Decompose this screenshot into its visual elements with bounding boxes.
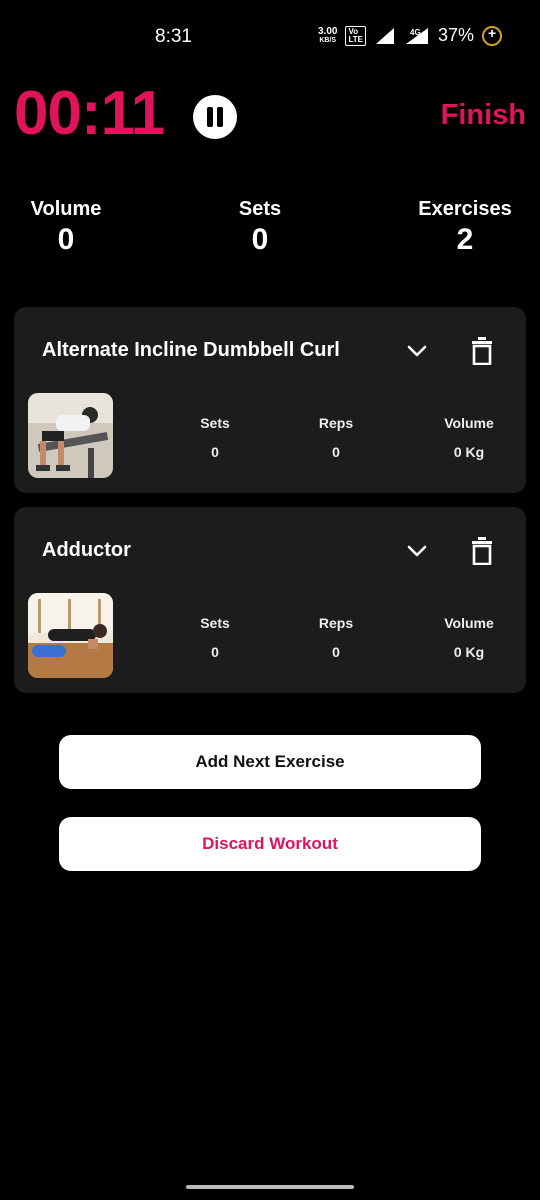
reps-value: 0 [332, 444, 340, 460]
summary-sets-label: Sets [238, 198, 282, 220]
reps-label: Reps [318, 415, 354, 431]
summary-volume-label: Volume [30, 198, 102, 220]
status-bar: 8:31 3.00 KB/S Vo LTE 4G 37% [0, 0, 540, 72]
exercise-card[interactable]: Adductor Sets 0 Reps 0 Volume 0 Kg [14, 507, 526, 693]
signal-4g-icon: 4G [405, 27, 428, 44]
summary-volume-value: 0 [57, 223, 75, 256]
exercise-volume: Volume 0 Kg [444, 415, 494, 460]
exercise-reps: Reps 0 [319, 415, 353, 460]
volume-label: Volume [444, 415, 494, 431]
volume-value: 0 Kg [453, 444, 485, 460]
trash-icon[interactable] [470, 337, 494, 365]
svg-text:4G: 4G [410, 28, 421, 37]
summary-volume: Volume 0 [31, 198, 102, 257]
reps-label: Reps [318, 615, 354, 631]
pause-icon [207, 107, 213, 127]
workout-summary: Volume 0 Sets 0 Exercises 2 [0, 198, 540, 268]
reps-value: 0 [332, 644, 340, 660]
home-indicator[interactable] [186, 1185, 354, 1189]
exercise-sets: Sets 0 [200, 415, 230, 460]
summary-exercises-label: Exercises [418, 198, 512, 220]
exercise-thumbnail [28, 593, 113, 678]
volte-icon: Vo LTE [345, 25, 366, 46]
sets-value: 0 [211, 444, 219, 460]
add-next-exercise-button[interactable]: Add Next Exercise [59, 735, 481, 789]
exercise-thumbnail [28, 393, 113, 478]
network-speed-value: 3.00 [317, 25, 338, 37]
summary-sets-value: 0 [251, 223, 269, 256]
exercise-reps: Reps 0 [319, 615, 353, 660]
summary-exercises-value: 2 [456, 223, 474, 256]
sets-value: 0 [211, 644, 219, 660]
pause-icon-bar [217, 107, 223, 127]
finish-button[interactable]: Finish [441, 99, 526, 132]
network-speed: 3.00 KB/S [317, 25, 338, 45]
chevron-down-icon[interactable] [406, 541, 428, 561]
volume-label: Volume [444, 615, 494, 631]
sets-label: Sets [200, 415, 230, 431]
signal-icon [375, 27, 394, 44]
workout-screen: 8:31 3.00 KB/S VoLTE 4G 37% 00:11 Finish… [0, 0, 540, 1200]
exercise-name: Adductor [42, 539, 131, 561]
status-time: 8:31 [155, 26, 192, 47]
chevron-down-icon[interactable] [406, 341, 428, 361]
exercise-volume: Volume 0 Kg [444, 615, 494, 660]
discard-workout-button[interactable]: Discard Workout [59, 817, 481, 871]
volume-value: 0 Kg [453, 644, 485, 660]
summary-sets: Sets 0 [239, 198, 281, 257]
pause-button[interactable] [193, 95, 237, 139]
network-speed-unit: KB/S [319, 36, 337, 44]
exercise-name: Alternate Incline Dumbbell Curl [42, 339, 340, 361]
battery-percent: 37% [437, 25, 474, 45]
workout-timer: 00:11 [14, 79, 165, 148]
trash-icon[interactable] [470, 537, 494, 565]
exercise-sets: Sets 0 [200, 615, 230, 660]
exercise-card[interactable]: Alternate Incline Dumbbell Curl Sets 0 R… [14, 307, 526, 493]
summary-exercises: Exercises 2 [418, 198, 511, 257]
status-icons: 3.00 KB/S Vo LTE 4G 37% [318, 25, 502, 46]
sets-label: Sets [200, 615, 230, 631]
battery-saver-icon [482, 25, 502, 46]
